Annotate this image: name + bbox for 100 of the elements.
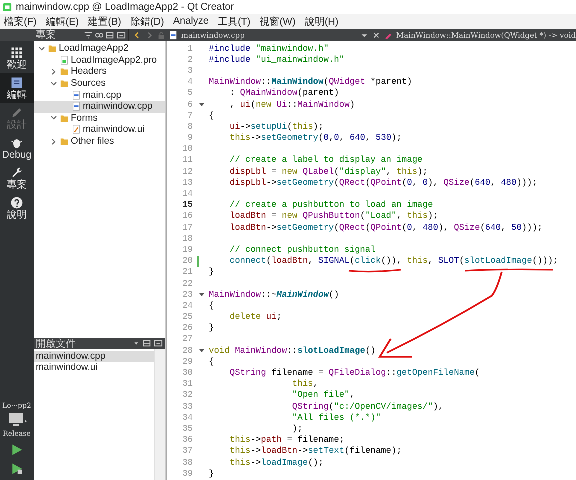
- line-number: 30: [182, 368, 193, 378]
- tree-item[interactable]: mainwindow.cpp: [34, 100, 165, 113]
- open-document-item[interactable]: mainwindow.ui: [34, 362, 154, 373]
- open-document-item[interactable]: mainwindow.cpp: [34, 351, 154, 362]
- code-line: loadBtn = new QPushButton("Load", this);: [228, 211, 438, 222]
- run-icon[interactable]: [10, 443, 24, 457]
- menu-item[interactable]: Analyze: [173, 16, 209, 27]
- mode-button[interactable]: 說明: [0, 193, 34, 223]
- line-number: 23: [182, 290, 193, 300]
- lock-icon: [157, 30, 166, 40]
- code-line: MainWindow::~MainWindow(): [208, 290, 340, 300]
- code-line: dispLbl = new QLabel("display", this);: [228, 166, 428, 177]
- line-number: 34: [182, 412, 193, 423]
- line-number: 37: [182, 446, 193, 456]
- line-number: 38: [182, 458, 193, 468]
- split-icon[interactable]: [106, 30, 116, 40]
- mode-button[interactable]: Debug: [0, 133, 34, 163]
- tree-item[interactable]: Sources: [34, 78, 165, 90]
- line-number: 28: [182, 346, 193, 356]
- code-line: // create a label to display an image: [228, 155, 423, 166]
- mode-button[interactable]: 編輯: [0, 73, 34, 103]
- code-line: this->loadImage();: [228, 458, 324, 468]
- chevron-down-icon[interactable]: [50, 80, 58, 88]
- code-line: connect(loadBtn, SIGNAL(click()), this, SLOT(slotLoadImage()));: [228, 256, 558, 266]
- file-icon: [72, 125, 81, 134]
- tree-item[interactable]: LoadImageApp2: [34, 43, 165, 55]
- line-number: 18: [182, 234, 193, 244]
- code-line: dispLbl->setGeometry(QRect(QPoint(0, 0), QSize(640, 480)));: [228, 178, 538, 188]
- line-number: 29: [182, 356, 193, 367]
- close-panel-icon[interactable]: [117, 30, 126, 40]
- tree-item[interactable]: LoadImageApp2.pro: [34, 54, 165, 66]
- panel-title: 專案: [36, 28, 56, 42]
- code-line: #include "ui_mainwindow.h": [208, 54, 345, 65]
- code-line: "All files (*.*)": [291, 412, 382, 423]
- link-icon[interactable]: [95, 30, 104, 40]
- line-number: 1: [186, 44, 193, 54]
- line-number: 19: [182, 244, 193, 255]
- fold-icon[interactable]: [199, 348, 205, 354]
- file-icon: [60, 56, 69, 65]
- line-number: 9: [186, 133, 193, 144]
- edit-icon: [10, 76, 24, 90]
- menu-item[interactable]: 視窗(W): [260, 14, 296, 28]
- chevron-down-icon[interactable]: [38, 44, 46, 53]
- chevron-right-icon[interactable]: [50, 138, 58, 146]
- code-line: #include "mainwindow.h": [208, 44, 329, 54]
- tree-item[interactable]: mainwindow.ui: [34, 124, 165, 136]
- window-title: mainwindow.cpp @ LoadImageApp2 - Qt Creator: [16, 2, 234, 12]
- line-number: 16: [182, 211, 193, 222]
- mode-button[interactable]: 歡迎: [0, 43, 34, 73]
- fold-icon[interactable]: [199, 292, 205, 298]
- code-line: this->path = filename;: [228, 435, 345, 446]
- folder-icon: [48, 44, 57, 54]
- code-line: this,: [291, 379, 318, 390]
- chevron-down-icon[interactable]: [50, 114, 58, 122]
- menu-item[interactable]: 編輯(E): [46, 14, 80, 28]
- wrench-icon: [10, 166, 24, 180]
- fold-icon[interactable]: [199, 102, 205, 108]
- line-number: 32: [182, 390, 193, 400]
- line-number: 3: [186, 66, 193, 76]
- tree-item[interactable]: Headers: [34, 66, 165, 78]
- code-line: // create a pushbutton to load an image: [228, 200, 434, 210]
- split-icon[interactable]: [143, 339, 152, 348]
- line-number: 6: [186, 100, 193, 110]
- mode-button[interactable]: 專案: [0, 163, 34, 193]
- monitor-icon[interactable]: [7, 412, 27, 428]
- line-number: 26: [182, 323, 193, 334]
- line-number: 31: [182, 379, 193, 390]
- line-number: 39: [182, 468, 193, 479]
- menu-item[interactable]: 工具(T): [218, 14, 251, 28]
- code-line: MainWindow::MainWindow(QWidget *parent): [208, 77, 412, 88]
- help-icon: [10, 196, 24, 210]
- line-number: 24: [182, 300, 193, 311]
- panel-title: 開啟文件: [36, 338, 76, 350]
- chevron-right-icon[interactable]: [50, 68, 58, 76]
- line-number: 21: [182, 267, 193, 278]
- line-number: 15: [182, 200, 193, 210]
- underline-mark: [348, 269, 402, 273]
- close-panel-icon[interactable]: [154, 339, 163, 348]
- code-line: ui->setupUi(this);: [228, 122, 324, 132]
- menu-item[interactable]: 檔案(F): [4, 14, 37, 28]
- line-number: 33: [182, 402, 193, 412]
- app-icon: [3, 2, 12, 12]
- code-line: this->loadBtn->setText(filename);: [228, 446, 402, 456]
- tree-item[interactable]: Forms: [34, 112, 165, 124]
- menu-item[interactable]: 除錯(D): [130, 14, 164, 28]
- debug-run-icon[interactable]: [10, 462, 24, 476]
- pen-icon: [10, 106, 24, 120]
- line-number: 35: [182, 424, 193, 434]
- menu-item[interactable]: 建置(B): [88, 14, 122, 28]
- code-line: "Open file",: [291, 390, 355, 400]
- filter-icon[interactable]: [84, 30, 94, 40]
- folder-icon: [60, 114, 69, 123]
- tree-item[interactable]: main.cpp: [34, 89, 165, 101]
- scrollbar[interactable]: [154, 349, 165, 480]
- code-line: QString filename = QFileDialog::getOpenFileName(: [228, 368, 480, 378]
- tree-item[interactable]: Other files: [34, 136, 165, 148]
- code-line: // connect pushbutton signal: [228, 244, 376, 255]
- close-icon[interactable]: [372, 30, 382, 40]
- menu-item[interactable]: 說明(H): [304, 14, 339, 28]
- folder-icon: [60, 137, 69, 146]
